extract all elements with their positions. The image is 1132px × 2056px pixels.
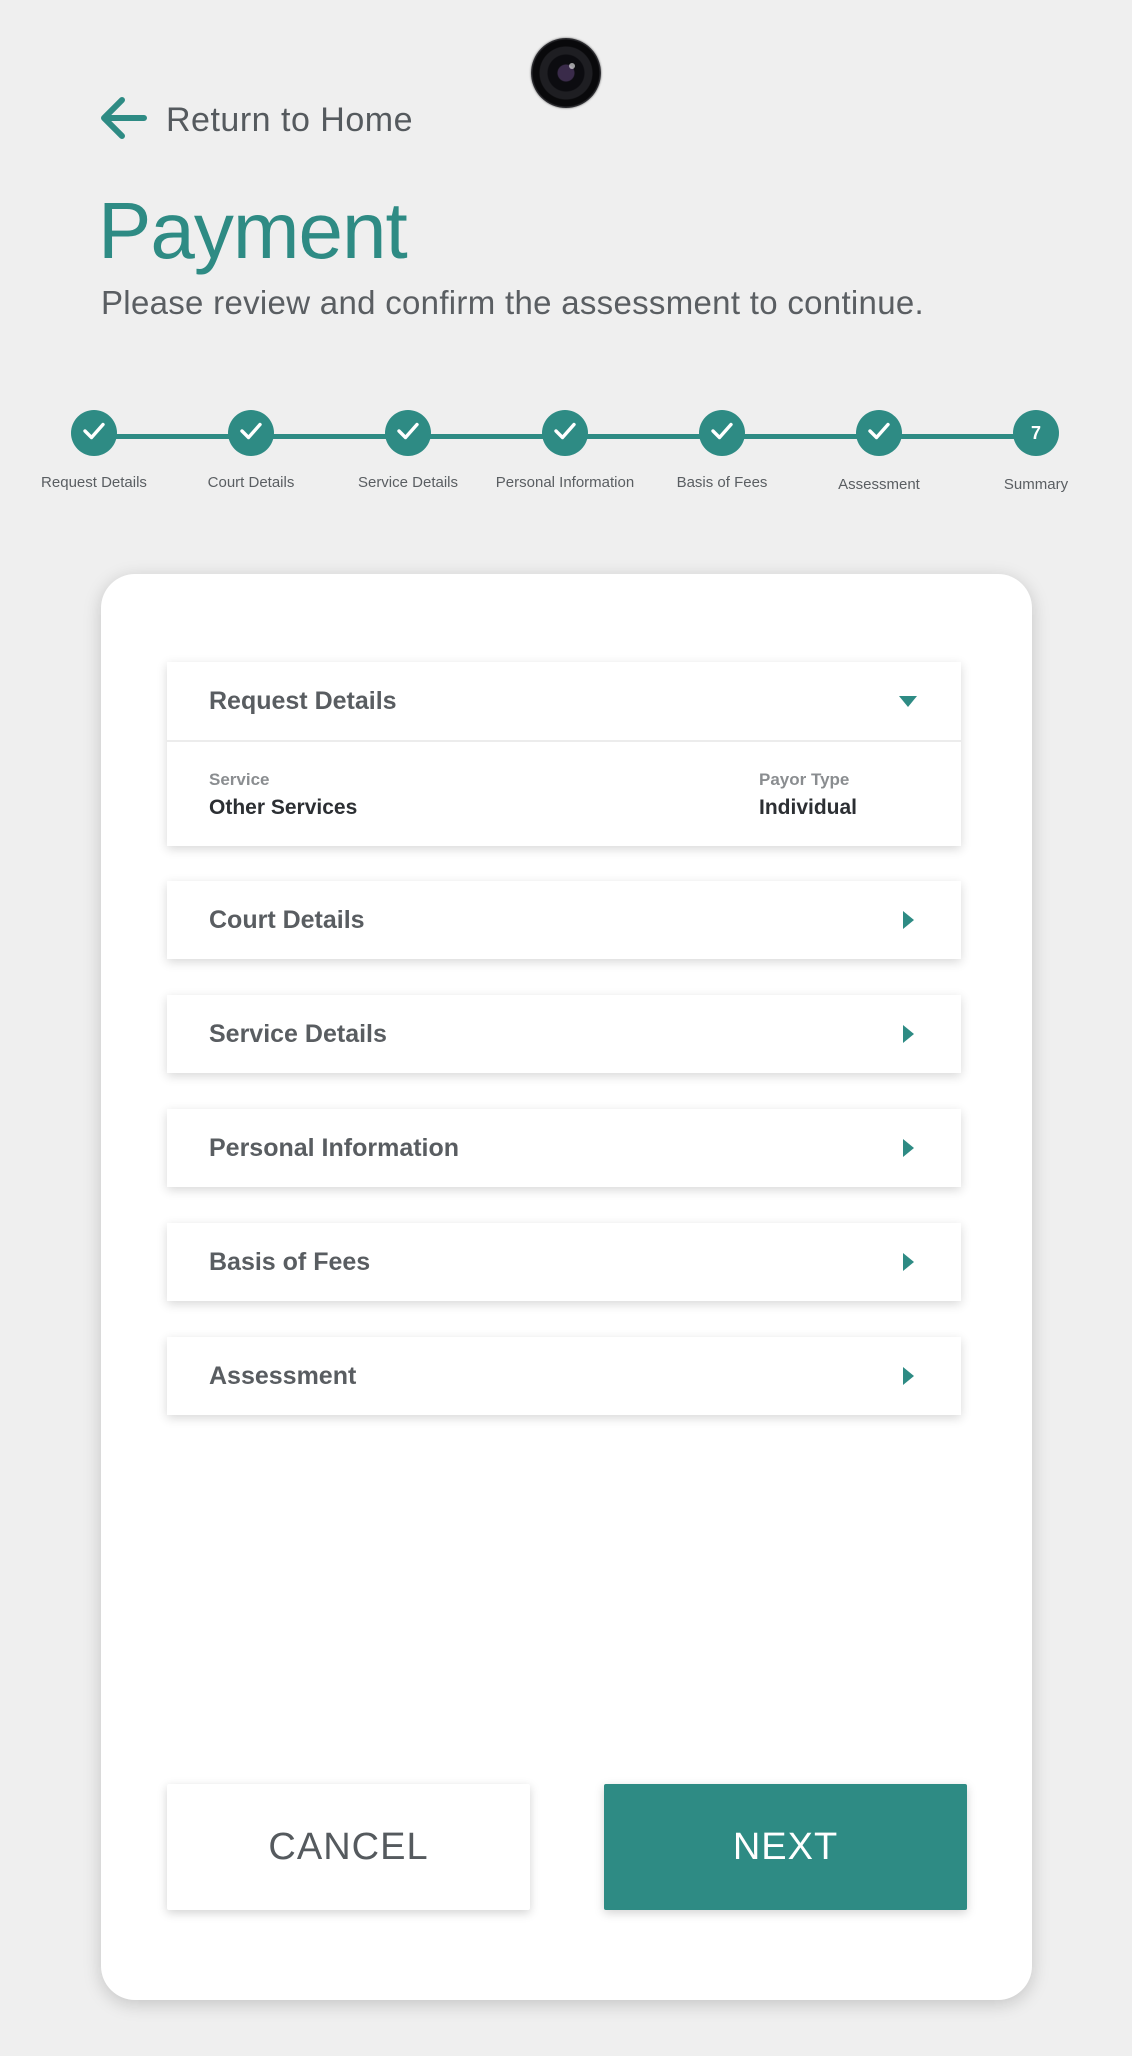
section-title: Personal Information xyxy=(209,1133,460,1162)
step-complete-indicator xyxy=(385,410,431,456)
check-icon xyxy=(866,418,892,449)
section-header[interactable]: Assessment xyxy=(167,1337,961,1415)
check-icon xyxy=(81,418,107,449)
step-complete-indicator xyxy=(699,410,745,456)
section-court-details: Court Details xyxy=(167,881,961,959)
cancel-button[interactable]: CANCEL xyxy=(167,1784,530,1910)
section-header[interactable]: Court Details xyxy=(167,881,961,959)
caret-right-icon xyxy=(897,1365,919,1387)
check-icon xyxy=(238,418,264,449)
section-title: Assessment xyxy=(209,1361,357,1390)
step-complete-indicator xyxy=(542,410,588,456)
check-icon xyxy=(395,418,421,449)
step-current-number: 7 xyxy=(1013,410,1059,456)
front-camera xyxy=(531,38,601,108)
field-value: Individual xyxy=(759,796,858,819)
caret-right-icon xyxy=(897,909,919,931)
field-service: Service Other Services xyxy=(209,770,357,820)
section-personal-information: Personal Information xyxy=(167,1109,961,1187)
section-header[interactable]: Basis of Fees xyxy=(167,1223,961,1301)
caret-right-icon xyxy=(897,1251,919,1273)
section-basis-of-fees: Basis of Fees xyxy=(167,1223,961,1301)
caret-down-icon xyxy=(897,690,919,712)
section-title: Service Details xyxy=(209,1019,387,1048)
step-complete-indicator xyxy=(228,410,274,456)
field-label: Payor Type xyxy=(759,770,850,789)
check-icon xyxy=(552,418,578,449)
check-icon xyxy=(709,418,735,449)
section-title: Court Details xyxy=(209,905,365,934)
field-payor-type: Payor Type Individual xyxy=(759,770,857,820)
caret-right-icon xyxy=(897,1023,919,1045)
progress-stepper: Request Details Court Details Service De… xyxy=(0,410,1132,510)
arrow-left-icon xyxy=(98,96,166,145)
step-complete-indicator xyxy=(856,410,902,456)
step-complete-indicator xyxy=(71,410,117,456)
return-home-label: Return to Home xyxy=(166,100,413,139)
return-home-link[interactable]: Return to Home xyxy=(98,94,413,146)
section-body: Service Other Services Payor Type Indivi… xyxy=(167,740,961,846)
step-summary: 7 Summary xyxy=(936,410,1132,493)
step-label: Summary xyxy=(1003,476,1069,493)
section-title: Request Details xyxy=(209,686,397,715)
section-header[interactable]: Service Details xyxy=(167,995,961,1073)
summary-card: Request Details Service Other Services P… xyxy=(101,574,1032,2000)
field-label: Service xyxy=(209,770,270,789)
caret-right-icon xyxy=(897,1137,919,1159)
section-service-details: Service Details xyxy=(167,995,961,1073)
section-header[interactable]: Request Details xyxy=(167,662,961,740)
page-title: Payment xyxy=(98,186,408,275)
section-assessment: Assessment xyxy=(167,1337,961,1415)
page-subtitle: Please review and confirm the assessment… xyxy=(101,284,924,321)
section-header[interactable]: Personal Information xyxy=(167,1109,961,1187)
field-value: Other Services xyxy=(209,796,358,819)
next-button[interactable]: NEXT xyxy=(604,1784,967,1910)
section-title: Basis of Fees xyxy=(209,1247,371,1276)
section-request-details: Request Details Service Other Services P… xyxy=(167,662,961,846)
